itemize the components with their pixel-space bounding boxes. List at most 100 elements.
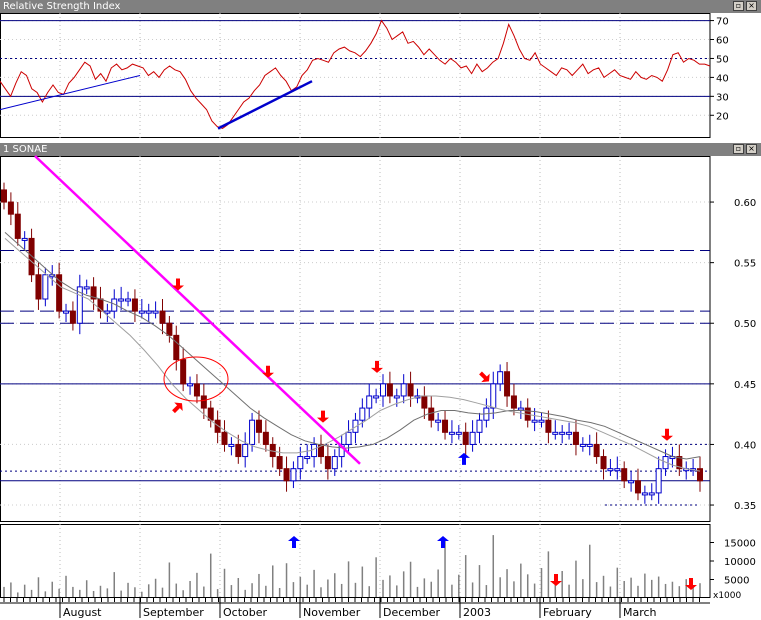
price-bar-body (572, 431, 579, 445)
moving-average-line (4, 238, 701, 472)
price-bar-body (455, 431, 462, 435)
price-bar-body (552, 431, 559, 435)
x-month-label: March (623, 606, 657, 619)
price-bar-body (586, 443, 593, 447)
price-bar-body (235, 443, 242, 458)
price-bar-body (200, 395, 207, 409)
price-bar (290, 461, 297, 489)
price-bar (311, 437, 318, 468)
price-bar (421, 386, 428, 419)
rsi-y-tick-label: 40 (716, 73, 729, 84)
red-down-arrow-icon (317, 410, 329, 423)
price-bar-body (69, 310, 76, 324)
price-bar-body (448, 431, 455, 435)
price-bar (386, 371, 393, 404)
price-bar-body (559, 431, 566, 435)
price-bar (600, 449, 607, 480)
price-bar-body (545, 419, 552, 433)
price-bar-body (442, 419, 449, 433)
price-bar (655, 456, 662, 504)
magenta-trendline (34, 155, 361, 465)
price-bar-body (497, 371, 504, 385)
red-down-arrow-icon (371, 360, 383, 373)
price-bar (483, 398, 490, 428)
price-y-tick-label: 0.55 (734, 259, 756, 270)
price-bar-body (180, 359, 187, 385)
price-bar (125, 291, 132, 307)
chart-window: Relative Strength Index ▫ × 1 SONAE ▫ × … (0, 0, 761, 620)
price-bar (448, 420, 455, 444)
price-bar (373, 388, 380, 404)
price-bar-body (359, 407, 366, 421)
volume-y-tick-label: 5000 (724, 576, 749, 587)
price-bar (242, 432, 249, 468)
price-bar-body (228, 443, 235, 447)
price-bar (104, 303, 111, 323)
price-bar-body (152, 310, 159, 314)
price-bar-body (131, 298, 138, 312)
price-bar (504, 362, 511, 407)
price-bar-body (614, 468, 621, 472)
price-bar-body (366, 395, 373, 409)
price-bar-body (538, 419, 545, 423)
price-bar (69, 301, 76, 331)
price-bar (269, 437, 276, 468)
blue-up-arrow-icon (458, 452, 470, 465)
price-bar-body (428, 407, 435, 421)
price-bar-body (249, 419, 256, 445)
price-bar (338, 434, 345, 468)
price-bar (262, 420, 269, 452)
x-month-label: November (303, 606, 361, 619)
price-bar (345, 420, 352, 452)
volume-unit-label: x1000 (713, 591, 742, 601)
x-month-label: August (63, 606, 102, 619)
price-bar (566, 422, 573, 440)
rsi-line (0, 19, 711, 130)
x-month-label: 2003 (463, 606, 491, 619)
price-bar-body (593, 443, 600, 458)
price-bar (690, 458, 697, 476)
price-bar-body (634, 480, 641, 494)
price-bar (173, 325, 180, 371)
price-bar (462, 422, 469, 456)
price-bar (442, 410, 449, 440)
price-bar-body (311, 443, 318, 458)
price-bar (697, 456, 703, 492)
price-bar-body (297, 456, 304, 470)
price-bar (517, 400, 524, 419)
price-bar-body (242, 443, 249, 458)
price-bar-body (166, 322, 173, 336)
price-bar-body (566, 431, 573, 435)
price-bar (193, 374, 200, 404)
price-bar-body (380, 383, 387, 397)
price-bar (552, 420, 559, 440)
price-bar (131, 289, 138, 323)
price-bar-body (531, 419, 538, 423)
price-bar-body (400, 383, 407, 397)
price-bar-body (655, 468, 662, 494)
rsi-y-tick-label: 30 (716, 92, 729, 103)
price-y-tick-label: 0.45 (734, 380, 756, 391)
price-bar (159, 299, 166, 335)
price-bar (56, 262, 63, 319)
price-bar (538, 412, 545, 428)
price-bar-body (504, 371, 511, 397)
price-bar-body (324, 456, 331, 470)
price-bar-body (393, 395, 400, 399)
price-bar-body (579, 443, 586, 447)
rsi-y-tick-label: 20 (716, 111, 729, 122)
red-down-arrow-icon (550, 574, 562, 586)
price-bar-body (63, 310, 70, 314)
price-bar-body (42, 274, 49, 300)
price-bar (14, 202, 21, 246)
price-bar (145, 303, 152, 323)
price-bar (641, 485, 648, 504)
price-bar (331, 449, 338, 476)
price-bar (97, 286, 104, 319)
price-y-tick-label: 0.40 (734, 440, 756, 451)
price-bar (380, 374, 387, 407)
price-bar (187, 376, 194, 395)
price-bar (221, 420, 228, 452)
price-bar-body (159, 310, 166, 324)
price-bar (414, 388, 421, 404)
